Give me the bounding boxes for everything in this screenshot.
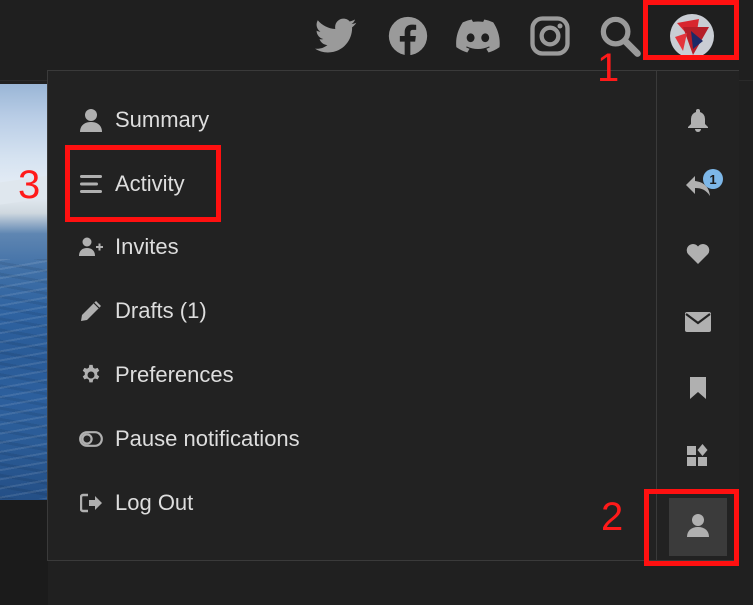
menu-item-preferences[interactable]: Preferences [78, 355, 234, 395]
menu-item-label: Log Out [115, 490, 194, 515]
annotation-box-3 [65, 145, 221, 222]
annotation-box-1 [643, 0, 739, 60]
tab-other-notifications[interactable] [669, 429, 727, 487]
unread-badge: 1 [703, 169, 723, 189]
menu-item-log-out[interactable]: Log Out [78, 483, 193, 523]
menu-item-summary[interactable]: Summary [78, 100, 209, 140]
page-background [0, 500, 48, 605]
menu-item-label: Pause notifications [115, 426, 300, 451]
pencil-icon [78, 299, 104, 323]
tab-notifications[interactable] [669, 93, 727, 151]
menu-item-label: Invites [115, 234, 179, 259]
envelope-icon [685, 311, 711, 337]
annotation-box-2 [644, 489, 739, 566]
menu-item-pause-notifications[interactable]: Pause notifications [78, 419, 300, 459]
heart-icon [686, 243, 710, 270]
annotation-number-2: 2 [601, 495, 624, 539]
twitter-icon[interactable] [314, 14, 358, 58]
bookmark-icon [689, 376, 707, 405]
tab-messages[interactable] [669, 295, 727, 353]
apps-icon [686, 443, 710, 473]
discord-icon[interactable] [456, 14, 500, 58]
user-menu-panel: Summary Activity Invites Drafts (1) Pref… [47, 70, 739, 561]
user-menu-tabs: 1 [656, 71, 739, 560]
screen: Summary Activity Invites Drafts (1) Pref… [0, 0, 753, 605]
menu-item-label: Summary [115, 107, 210, 132]
bell-icon [687, 108, 709, 137]
annotation-number-1: 1 [597, 46, 620, 90]
user-icon [78, 108, 104, 132]
tab-replies[interactable]: 1 [669, 159, 727, 217]
background-photo [0, 84, 48, 500]
menu-item-invites[interactable]: Invites [78, 227, 179, 267]
instagram-icon[interactable] [528, 14, 572, 58]
gear-icon [78, 363, 104, 387]
menu-item-label: Drafts (1) [115, 298, 207, 323]
site-header [0, 0, 753, 81]
user-plus-icon [78, 235, 104, 259]
sign-out-icon [78, 491, 104, 515]
tab-bookmarks[interactable] [669, 361, 727, 419]
menu-item-drafts[interactable]: Drafts (1) [78, 291, 207, 331]
tab-likes[interactable] [669, 227, 727, 285]
facebook-icon[interactable] [386, 14, 430, 58]
annotation-number-3: 3 [18, 163, 41, 207]
menu-item-label: Preferences [115, 362, 234, 387]
toggle-icon [78, 427, 104, 451]
